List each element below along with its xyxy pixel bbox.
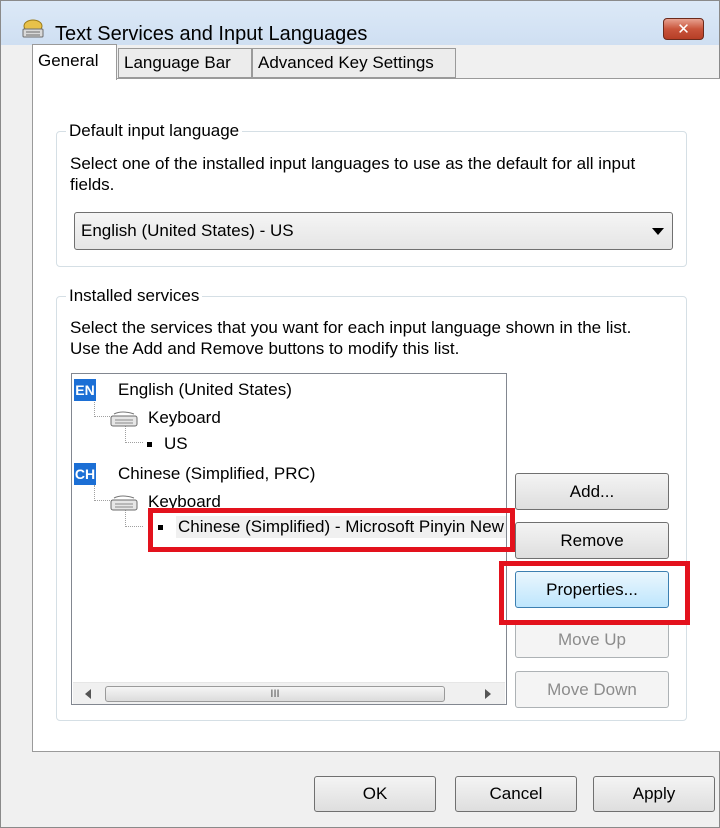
move-up-button[interactable]: Move Up: [515, 621, 669, 658]
default-input-legend: Default input language: [66, 121, 243, 141]
default-language-value: English (United States) - US: [81, 221, 294, 240]
keyboard-icon: [110, 410, 138, 434]
installed-services-legend: Installed services: [66, 286, 203, 306]
title-bar: Text Services and Input Languages ✕: [1, 1, 719, 45]
add-button[interactable]: Add...: [515, 473, 669, 510]
installed-services-description-line2: Use the Add and Remove buttons to modify…: [70, 339, 460, 358]
apply-button[interactable]: Apply: [593, 776, 715, 812]
close-button[interactable]: ✕: [663, 18, 704, 40]
tree-horizontal-scrollbar[interactable]: III: [73, 682, 505, 704]
highlight-box-properties-button: [499, 561, 690, 625]
chinese-language-badge: CH: [74, 463, 96, 485]
bullet-icon: [147, 442, 152, 447]
keyboard-icon: [110, 494, 138, 518]
tree-item-chinese-label: Chinese (Simplified, PRC): [118, 464, 316, 483]
move-down-button[interactable]: Move Down: [515, 671, 669, 708]
remove-button-label: Remove: [560, 531, 624, 550]
tab-advanced-key-settings[interactable]: Advanced Key Settings: [252, 48, 456, 78]
scroll-thumb-grip-icon: III: [270, 688, 280, 700]
ok-button-label: OK: [362, 784, 388, 803]
default-input-description-line2: fields.: [70, 175, 115, 194]
close-icon: ✕: [677, 20, 690, 38]
tab-general-label: General: [38, 51, 99, 70]
cancel-button[interactable]: Cancel: [455, 776, 577, 812]
tab-general[interactable]: General: [32, 44, 117, 80]
remove-button[interactable]: Remove: [515, 522, 669, 559]
default-input-description-line1: Select one of the installed input langua…: [70, 154, 636, 173]
tab-language-bar[interactable]: Language Bar: [118, 48, 252, 78]
cancel-button-label: Cancel: [489, 784, 543, 803]
scroll-left-icon[interactable]: [85, 689, 91, 699]
default-language-dropdown[interactable]: English (United States) - US: [74, 212, 673, 250]
dropdown-arrow-icon: [652, 228, 664, 235]
ok-button[interactable]: OK: [314, 776, 436, 812]
english-language-badge: EN: [74, 379, 96, 401]
highlight-box-pinyin-ime: [148, 508, 515, 552]
dialog-window: Text Services and Input Languages ✕ Gene…: [0, 0, 720, 828]
scroll-right-icon[interactable]: [485, 689, 491, 699]
apply-button-label: Apply: [632, 784, 676, 803]
tree-item-english-keyboard-label: Keyboard: [148, 408, 221, 427]
move-up-button-label: Move Up: [557, 630, 627, 649]
scroll-thumb[interactable]: III: [105, 686, 445, 702]
keyboard-globe-icon: [21, 17, 45, 39]
tree-item-us-layout-label: US: [164, 434, 188, 453]
tab-language-bar-label: Language Bar: [124, 53, 231, 72]
window-title: Text Services and Input Languages: [55, 23, 368, 45]
move-down-button-label: Move Down: [547, 680, 637, 699]
installed-services-description-line1: Select the services that you want for ea…: [70, 318, 632, 337]
tree-item-english-label: English (United States): [118, 380, 292, 399]
add-button-label: Add...: [569, 482, 615, 501]
tab-advanced-key-settings-label: Advanced Key Settings: [258, 53, 434, 72]
